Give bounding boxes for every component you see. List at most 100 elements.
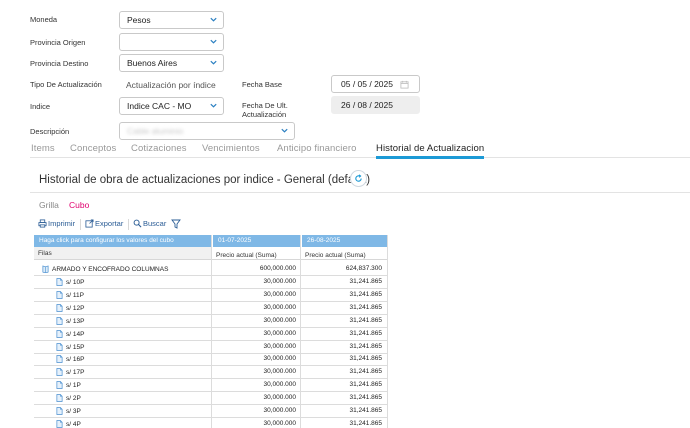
row-label-text: s/ 10P	[66, 279, 85, 286]
moneda-value: Pesos	[127, 15, 151, 25]
row-label: s/ 12P	[56, 303, 85, 312]
group-value-1: 600,000.000	[259, 265, 296, 272]
row-label: s/ 2P	[56, 394, 81, 402]
section-divider	[30, 192, 690, 193]
document-icon	[56, 278, 63, 286]
row-label: s/ 3P	[56, 407, 81, 415]
tab-conceptos[interactable]: Conceptos	[70, 143, 116, 154]
provincia-destino-label: Provincia Destino	[30, 59, 89, 68]
section-title: Historial de obra de actualizaciones por…	[39, 174, 371, 186]
document-icon	[56, 291, 63, 299]
row-value-1: 30,000.000	[263, 278, 296, 285]
calendar-icon[interactable]	[400, 80, 409, 89]
row-value-2: 31,241.865	[349, 381, 382, 389]
row-value-1: 30,000.000	[263, 407, 296, 414]
group-value-2: 624,837.300	[345, 265, 382, 272]
row-value-1: 30,000.000	[263, 394, 296, 402]
view-tab-cubo[interactable]: Cubo	[69, 200, 89, 210]
row-label: s/ 11P	[56, 291, 84, 299]
provincia-origen-select[interactable]	[119, 33, 224, 51]
print-label: Imprimir	[48, 219, 76, 228]
row-label: s/ 1P	[56, 381, 81, 389]
row-value-2: 31,241.865	[349, 290, 382, 298]
row-label-text: s/ 4P	[66, 420, 81, 428]
group-label-text: ARMADO Y ENCOFRADO COLUMNAS	[52, 266, 169, 273]
row-value-2: 31,241.865	[349, 419, 382, 427]
print-button[interactable]: Imprimir	[38, 219, 75, 228]
row-label: s/ 10P	[56, 278, 84, 286]
grid-column-line	[300, 235, 301, 428]
chevron-down-icon	[209, 15, 218, 24]
row-value-2: 31,241.865	[349, 329, 382, 337]
document-icon	[56, 368, 63, 377]
fecha-base-value: 05 / 05 / 2025	[341, 79, 393, 89]
row-label-text: s/ 11P	[66, 291, 84, 299]
tab-bar: Items Conceptos Cotizaciones Vencimiento…	[30, 142, 690, 159]
row-label-text: s/ 15P	[66, 343, 85, 351]
moneda-label: Moneda	[30, 15, 58, 24]
row-label-text: s/ 16P	[66, 356, 85, 364]
tab-historial-actualizacion[interactable]: Historial de Actualizacion	[376, 143, 485, 159]
row-label-text: s/ 14P	[66, 330, 85, 338]
tab-items[interactable]: Items	[31, 143, 55, 154]
moneda-select[interactable]: Pesos	[119, 11, 224, 29]
column-header-date-1[interactable]: 01-07-2025	[212, 235, 301, 247]
tab-anticipo-financiero[interactable]: Anticipo financiero	[277, 143, 357, 154]
row-value-2: 31,241.865	[349, 355, 382, 363]
tab-vencimientos[interactable]: Vencimientos	[202, 143, 260, 154]
row-value-1: 30,000.000	[263, 290, 296, 298]
descripcion-label: Descripción	[30, 127, 70, 136]
book-icon	[42, 265, 49, 274]
indice-select[interactable]: Indice CAC - MO	[119, 97, 224, 115]
group-row-label: ARMADO Y ENCOFRADO COLUMNAS	[42, 265, 169, 274]
view-tab-grilla[interactable]: Grilla	[39, 200, 59, 210]
descripcion-select[interactable]: Cable aluminio	[119, 122, 295, 140]
fecha-ult-label-line2: Actualización	[242, 110, 287, 119]
document-icon	[56, 407, 63, 415]
fecha-base-label: Fecha Base	[242, 80, 283, 89]
provincia-destino-select[interactable]: Buenos Aires	[119, 54, 224, 72]
tipo-actualizacion-value: Actualización por índice	[126, 80, 216, 90]
row-value-2: 31,241.865	[349, 394, 382, 402]
row-label: s/ 14P	[56, 329, 85, 338]
refresh-button[interactable]	[350, 170, 367, 187]
row-value-1: 30,000.000	[263, 368, 296, 376]
row-value-2: 31,241.865	[349, 342, 382, 350]
row-label-text: s/ 12P	[66, 304, 85, 312]
row-label-text: s/ 1P	[66, 382, 81, 390]
row-label: s/ 13P	[56, 316, 85, 325]
document-icon	[56, 394, 63, 402]
refresh-icon	[355, 174, 362, 182]
export-label: Exportar	[95, 219, 124, 228]
row-label-text: s/ 3P	[66, 408, 81, 415]
fecha-ult-label-line1: Fecha De Ult.	[242, 101, 288, 110]
provincia-destino-value: Buenos Aires	[127, 58, 178, 68]
chevron-down-icon	[209, 58, 218, 67]
cube-config-hint[interactable]: Haga click para configurar los valores d…	[34, 235, 212, 247]
rows-field-label: Filas	[34, 247, 212, 260]
row-label: s/ 16P	[56, 355, 84, 363]
export-button[interactable]: Exportar	[85, 219, 123, 228]
search-button[interactable]: Buscar	[133, 219, 166, 228]
filter-button[interactable]	[171, 219, 182, 229]
printer-icon	[38, 219, 47, 228]
export-icon	[85, 219, 94, 228]
row-label-text: s/ 13P	[66, 317, 85, 325]
fecha-base-input[interactable]: 05 / 05 / 2025	[331, 75, 420, 93]
document-icon	[56, 342, 63, 351]
tipo-actualizacion-label: Tipo De Actualización	[30, 80, 102, 89]
row-label-text: s/ 2P	[66, 395, 81, 403]
row-label-text: s/ 17P	[66, 369, 85, 377]
grid-column-line	[211, 235, 212, 428]
row-value-1: 30,000.000	[263, 355, 296, 363]
row-value-1: 30,000.000	[263, 316, 296, 324]
column-header-date-2[interactable]: 26-08-2025	[301, 235, 388, 247]
row-value-2: 31,241.865	[349, 278, 382, 285]
fecha-ult-value: 26 / 08 / 2025	[341, 100, 393, 110]
chevron-down-icon	[280, 126, 289, 135]
grid-column-line	[387, 235, 388, 428]
document-icon	[56, 329, 63, 338]
tab-cotizaciones[interactable]: Cotizaciones	[131, 143, 187, 154]
toolbar-separator	[128, 219, 129, 230]
fecha-ult-label: Fecha De Ult. Actualización	[242, 101, 288, 119]
